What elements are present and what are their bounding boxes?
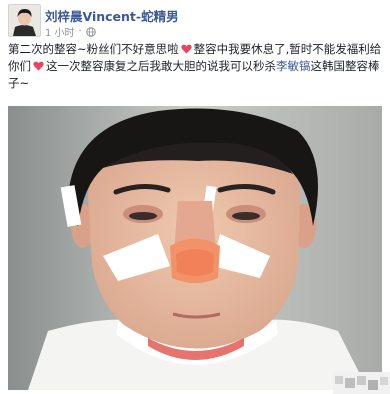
post-photo[interactable] (8, 106, 382, 390)
globe-icon[interactable] (85, 26, 96, 37)
mention-link[interactable]: 李敏镐 (276, 59, 311, 73)
photo-image (8, 106, 382, 390)
heart-icon (180, 44, 192, 54)
post-meta: 1 小时 · (45, 24, 96, 39)
avatar[interactable] (8, 4, 41, 37)
watermark-icon (333, 372, 390, 394)
post-text: 第二次的整容~粉丝们不好意思啦 整容中我要休息了,暂时不能发福利给你们 这一次整容康… (8, 41, 382, 92)
avatar-image (9, 5, 40, 36)
post-text-part1: 第二次的整容~粉丝们不好意思啦 (8, 42, 179, 56)
author-name[interactable]: 刘梓晨Vincent-蛇精男 (45, 6, 179, 25)
facebook-post: 刘梓晨Vincent-蛇精男 1 小时 · 第二次的整容~粉丝们不好意思啦 整容中… (0, 0, 390, 394)
post-time[interactable]: 1 小时 (45, 24, 75, 39)
heart-icon (33, 61, 44, 71)
post-text-part3: 这一次整容康复之后我敢大胆的说我可以秒杀 (46, 59, 276, 73)
